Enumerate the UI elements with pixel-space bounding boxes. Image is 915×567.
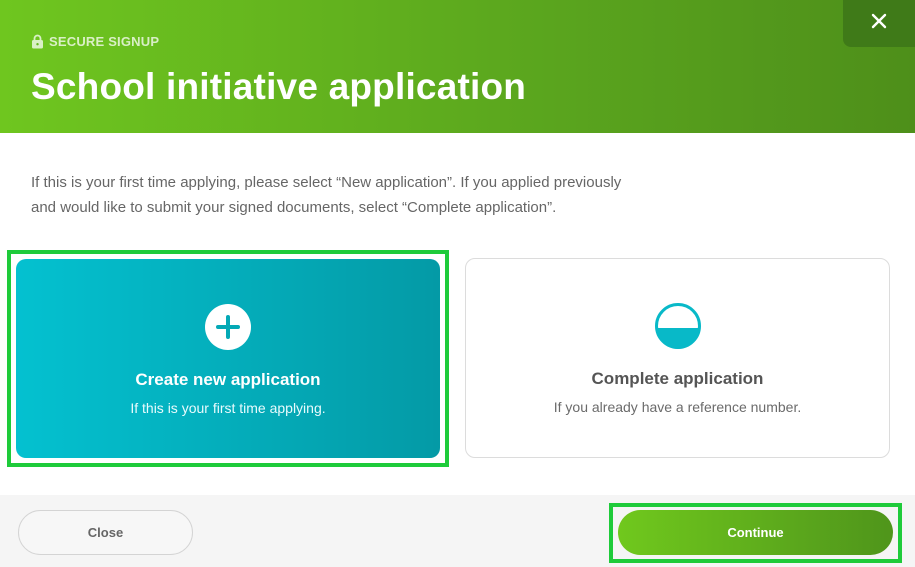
create-new-application-card[interactable]: Create new application If this is your f… [16, 259, 440, 458]
secure-signup-text: SECURE SIGNUP [49, 34, 160, 49]
intro-line-2: and would like to submit your signed doc… [31, 199, 557, 216]
secure-signup-label: SECURE SIGNUP [31, 34, 159, 49]
plus-circle-icon [205, 304, 251, 350]
intro-text: If this is your first time applying, ple… [31, 170, 731, 220]
close-icon [871, 13, 887, 34]
card-title: Create new application [135, 370, 321, 389]
close-modal-button[interactable] [843, 0, 915, 47]
continue-button[interactable]: Continue [618, 510, 893, 555]
card-title: Complete application [591, 369, 764, 388]
lock-icon [31, 34, 44, 49]
complete-application-card[interactable]: Complete application If you already have… [465, 258, 890, 458]
card-subtitle: If this is your first time applying. [130, 400, 326, 416]
half-circle-icon [654, 303, 701, 349]
intro-line-1: If this is your first time applying, ple… [31, 174, 622, 191]
modal-header: SECURE SIGNUP School initiative applicat… [0, 0, 915, 133]
card-subtitle: If you already have a reference number. [553, 399, 802, 415]
close-button[interactable]: Close [18, 510, 193, 555]
page-title: School initiative application [31, 66, 527, 107]
